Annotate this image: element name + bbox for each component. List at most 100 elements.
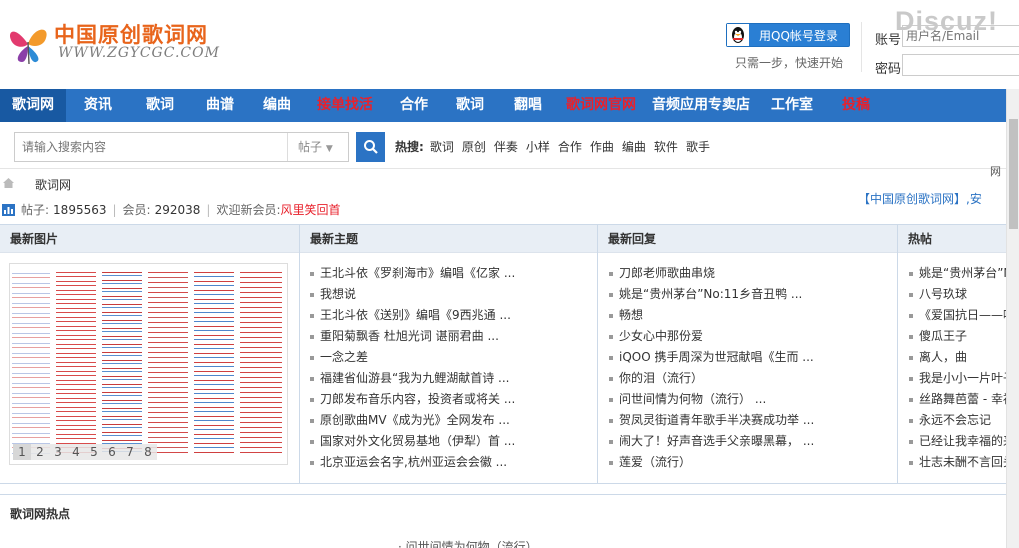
- nav-item-studio[interactable]: 工作室: [758, 89, 826, 122]
- topic-link[interactable]: 我想说: [310, 284, 590, 305]
- reply-link[interactable]: 少女心中那份爱: [609, 326, 891, 347]
- search-button[interactable]: [356, 132, 385, 162]
- announcement-fragment[interactable]: 【中国原创歌词网】,安: [858, 190, 982, 207]
- search-box: 帖子 ▼: [14, 132, 349, 162]
- nav-item-news[interactable]: 资讯: [66, 89, 130, 122]
- hot-post-link[interactable]: 壮志未酬不言回头: [909, 452, 1006, 473]
- nav-item-lyrics[interactable]: 歌词: [130, 89, 190, 122]
- reply-link[interactable]: 莲爱（流行）: [609, 452, 891, 473]
- slide-page-dot[interactable]: 6: [103, 444, 121, 460]
- reply-link[interactable]: 刀郎老师歌曲串烧: [609, 263, 891, 284]
- topic-link[interactable]: 重阳菊飘香 杜旭光词 谌丽君曲 ...: [310, 326, 590, 347]
- nav-item-arrange[interactable]: 编曲: [250, 89, 304, 122]
- topic-link[interactable]: 王北斗依《送别》编唱《9西兆通 ...: [310, 305, 590, 326]
- topic-link[interactable]: 国家对外文化贸易基地（伊犁）首 ...: [310, 431, 590, 452]
- reply-link[interactable]: 畅想: [609, 305, 891, 326]
- hot-topic-link[interactable]: · 问世间情为何物（流行）: [398, 538, 538, 548]
- hot-search-term[interactable]: 作曲: [590, 138, 614, 155]
- topic-link[interactable]: 一念之差: [310, 347, 590, 368]
- topic-link[interactable]: 北京亚运会名字,杭州亚运会会徽 ...: [310, 452, 590, 473]
- slide-page-dot[interactable]: 1: [13, 444, 31, 460]
- hot-post-link[interactable]: 姚是“贵州茅台”N: [909, 263, 1006, 284]
- hot-post-link[interactable]: 我是小小一片叶子: [909, 368, 1006, 389]
- stats-separator: |: [112, 202, 117, 217]
- breadcrumb: 歌词网: [2, 176, 71, 193]
- nav-item-official[interactable]: 歌词网官网: [558, 89, 644, 122]
- hot-search-term[interactable]: 软件: [654, 138, 678, 155]
- breadcrumb-home[interactable]: 歌词网: [35, 176, 71, 193]
- stats-chart-icon: [2, 203, 15, 216]
- search-type-select[interactable]: 帖子 ▼: [298, 133, 333, 161]
- hot-post-link[interactable]: 八号玖球: [909, 284, 1006, 305]
- nav-item-scores[interactable]: 曲谱: [190, 89, 250, 122]
- topic-link[interactable]: 福建省仙游县“我为九鲤湖献首诗 ...: [310, 368, 590, 389]
- members-count: 292038: [154, 202, 201, 217]
- hot-search-term[interactable]: 小样: [526, 138, 550, 155]
- nav-item-cooperate[interactable]: 合作: [386, 89, 442, 122]
- posts-label: 帖子:: [21, 203, 50, 217]
- hot-topics-title: 歌词网热点: [10, 507, 71, 521]
- nav-item-submit[interactable]: 投稿: [826, 89, 886, 122]
- reply-link[interactable]: iQOO 携手周深为世冠献唱《生而 ...: [609, 347, 891, 368]
- latest-topics-header: 最新主题: [300, 225, 597, 253]
- reply-link[interactable]: 你的泪（流行）: [609, 368, 891, 389]
- nav-item-lyrics-2[interactable]: 歌词: [442, 89, 498, 122]
- members-label: 会员:: [122, 203, 151, 217]
- nav-item-jobs[interactable]: 接单找活: [304, 89, 386, 122]
- slide-page-dot[interactable]: 5: [85, 444, 103, 460]
- image-slideshow[interactable]: 1 2 3 4 5 6 7 8: [9, 263, 288, 465]
- reply-link[interactable]: 闹大了！好声音选手父亲曝黑幕， ...: [609, 431, 891, 452]
- slide-page-dot[interactable]: 4: [67, 444, 85, 460]
- nav-item-cover[interactable]: 翻唱: [498, 89, 558, 122]
- scrollbar-thumb[interactable]: [1009, 119, 1018, 229]
- hot-post-link[interactable]: 离人，曲: [909, 347, 1006, 368]
- main-nav: 歌词网 资讯 歌词 曲谱 编曲 接单找活 合作 歌词 翻唱 歌词网官网 音频应用…: [0, 89, 1006, 122]
- reply-link[interactable]: 贺凤灵街道青年歌手半决赛成功举 ...: [609, 410, 891, 431]
- hot-post-link[interactable]: 丝路舞芭蕾 - 幸福: [909, 389, 1006, 410]
- reply-link[interactable]: 问世间情为何物（流行） ...: [609, 389, 891, 410]
- hot-search-term[interactable]: 编曲: [622, 138, 646, 155]
- logo-url-text: WWW.ZGYCGC.COM: [58, 45, 220, 61]
- hot-post-link[interactable]: 永远不会忘记: [909, 410, 1006, 431]
- page-scrollbar[interactable]: [1006, 89, 1019, 548]
- slide-image[interactable]: [10, 264, 287, 464]
- nav-item-audio-store[interactable]: 音频应用专卖店: [644, 89, 758, 122]
- hot-post-link[interactable]: 《爱国抗日——哑: [909, 305, 1006, 326]
- slide-page-dot[interactable]: 2: [31, 444, 49, 460]
- qq-login-button[interactable]: 用QQ帐号登录: [726, 23, 850, 47]
- hot-search-term[interactable]: 合作: [558, 138, 582, 155]
- qq-login-tip: 只需一步，快速开始: [735, 56, 844, 70]
- top-right-fragment: 网: [990, 165, 1001, 178]
- password-input[interactable]: [902, 54, 1019, 76]
- topic-link[interactable]: 原创歌曲MV《成为光》全网发布 ...: [310, 410, 590, 431]
- search-input[interactable]: [15, 133, 288, 161]
- header-divider: [861, 22, 862, 72]
- hot-post-link[interactable]: 已经让我幸福的来: [909, 431, 1006, 452]
- slide-page-dot[interactable]: 3: [49, 444, 67, 460]
- hot-search-term[interactable]: 歌词: [430, 138, 454, 155]
- hot-search-term[interactable]: 原创: [462, 138, 486, 155]
- chevron-down-icon: ▼: [325, 144, 333, 154]
- topic-link[interactable]: 王北斗依《罗刹海市》编唱《亿家 ...: [310, 263, 590, 284]
- stats-separator: |: [206, 202, 211, 217]
- slide-page-dot[interactable]: 7: [121, 444, 139, 460]
- latest-replies-list: 刀郎老师歌曲串烧 姚是“贵州茅台”No:11乡音丑鸭 ... 畅想 少女心中那份…: [609, 263, 891, 473]
- divider: [0, 168, 1006, 169]
- reply-link[interactable]: 姚是“贵州茅台”No:11乡音丑鸭 ...: [609, 284, 891, 305]
- search-type-label: 帖子: [298, 140, 323, 154]
- hot-posts-header: 热帖: [898, 225, 1006, 253]
- home-icon[interactable]: [2, 177, 15, 189]
- site-logo[interactable]: 中国原创歌词网 WWW.ZGYCGC.COM: [6, 14, 246, 74]
- hot-post-link[interactable]: 傻瓜王子: [909, 326, 1006, 347]
- butterfly-logo-icon: [9, 29, 47, 65]
- column-divider: [897, 225, 898, 484]
- nav-item-home[interactable]: 歌词网: [0, 89, 66, 122]
- hot-search-term[interactable]: 伴奏: [494, 138, 518, 155]
- site-header: 中国原创歌词网 WWW.ZGYCGC.COM 用QQ帐号登录 只需一步，快速开始…: [0, 0, 1019, 88]
- topic-link[interactable]: 刀郎发布音乐内容，投资者或将关 ...: [310, 389, 590, 410]
- new-member-link[interactable]: 风里笑回首: [281, 201, 341, 218]
- slide-page-dot[interactable]: 8: [139, 444, 157, 460]
- hot-search-term[interactable]: 歌手: [686, 138, 710, 155]
- discuz-watermark: Discuz!: [895, 6, 999, 36]
- latest-images-header: 最新图片: [0, 225, 299, 253]
